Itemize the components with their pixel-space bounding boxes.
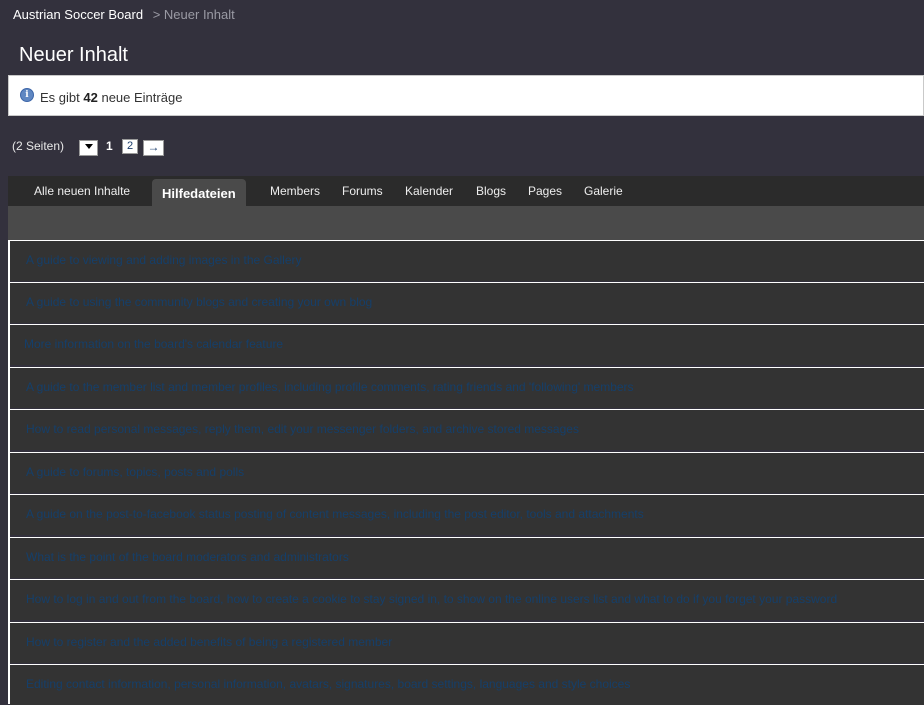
tab-forums[interactable]: Forums <box>342 184 383 198</box>
help-file-link[interactable]: How to log in and out from the board, ho… <box>26 592 837 606</box>
help-file-link[interactable]: What is the point of the board moderator… <box>26 550 349 564</box>
page-2-link[interactable]: 2 <box>122 139 138 154</box>
help-file-link[interactable]: A guide to viewing and adding images in … <box>26 253 302 267</box>
tab-hilfedateien[interactable]: Hilfedateien <box>152 179 246 206</box>
help-file-link[interactable]: How to read personal messages, reply the… <box>26 422 579 436</box>
pages-count-label: (2 Seiten) <box>12 139 65 153</box>
list-item: A guide on the post-to-facebook status p… <box>10 494 924 535</box>
new-entries-count: 42 <box>83 90 98 105</box>
chevron-down-icon <box>84 144 93 150</box>
help-file-link[interactable]: A guide to forums, topics, posts and pol… <box>26 465 244 479</box>
list-item: How to log in and out from the board, ho… <box>10 579 924 620</box>
list-item: Editing contact information, personal in… <box>10 664 924 705</box>
help-file-link[interactable]: A guide to using the community blogs and… <box>26 295 372 309</box>
help-file-link[interactable]: More information on the board's calendar… <box>24 337 283 351</box>
help-files-list: A guide to viewing and adding images in … <box>8 240 924 705</box>
help-file-link[interactable]: A guide on the post-to-facebook status p… <box>26 507 644 521</box>
list-item: A guide to the member list and member pr… <box>10 367 924 408</box>
next-page-arrow-icon[interactable]: → <box>143 140 164 156</box>
tab-members[interactable]: Members <box>270 184 320 198</box>
breadcrumb-current: Neuer Inhalt <box>163 7 235 22</box>
info-message-bar: i Es gibt 42 neue Einträge <box>8 75 924 116</box>
tab-blogs[interactable]: Blogs <box>476 184 506 198</box>
tab-alle-neuen-inhalte[interactable]: Alle neuen Inhalte <box>34 184 130 198</box>
breadcrumb-separator: > <box>152 7 161 22</box>
help-file-link[interactable]: A guide to the member list and member pr… <box>26 380 634 394</box>
sub-toolbar <box>8 206 924 240</box>
current-page-number: 1 <box>106 139 113 153</box>
help-file-link[interactable]: How to register and the added benefits o… <box>26 635 392 649</box>
breadcrumb-home-link[interactable]: Austrian Soccer Board <box>13 7 143 22</box>
info-prefix: Es gibt <box>40 90 80 105</box>
list-item: How to register and the added benefits o… <box>10 622 924 663</box>
tab-galerie[interactable]: Galerie <box>584 184 623 198</box>
tab-pages[interactable]: Pages <box>528 184 562 198</box>
info-text: Es gibt 42 neue Einträge <box>40 90 182 105</box>
page-title: Neuer Inhalt <box>19 44 128 66</box>
list-item: How to read personal messages, reply the… <box>10 409 924 450</box>
list-item: A guide to viewing and adding images in … <box>10 240 924 281</box>
page-jump-dropdown-button[interactable] <box>79 140 98 156</box>
tab-kalender[interactable]: Kalender <box>405 184 453 198</box>
info-suffix: neue Einträge <box>101 90 183 105</box>
list-item: More information on the board's calendar… <box>10 324 924 365</box>
content-type-tabs: Alle neuen Inhalte Hilfedateien Members … <box>8 176 924 206</box>
breadcrumb: Austrian Soccer Board > Neuer Inhalt <box>13 7 235 22</box>
list-item: A guide to forums, topics, posts and pol… <box>10 452 924 493</box>
list-item: A guide to using the community blogs and… <box>10 282 924 323</box>
help-file-link[interactable]: Editing contact information, personal in… <box>26 677 630 691</box>
info-icon: i <box>20 88 34 102</box>
list-item: What is the point of the board moderator… <box>10 537 924 578</box>
